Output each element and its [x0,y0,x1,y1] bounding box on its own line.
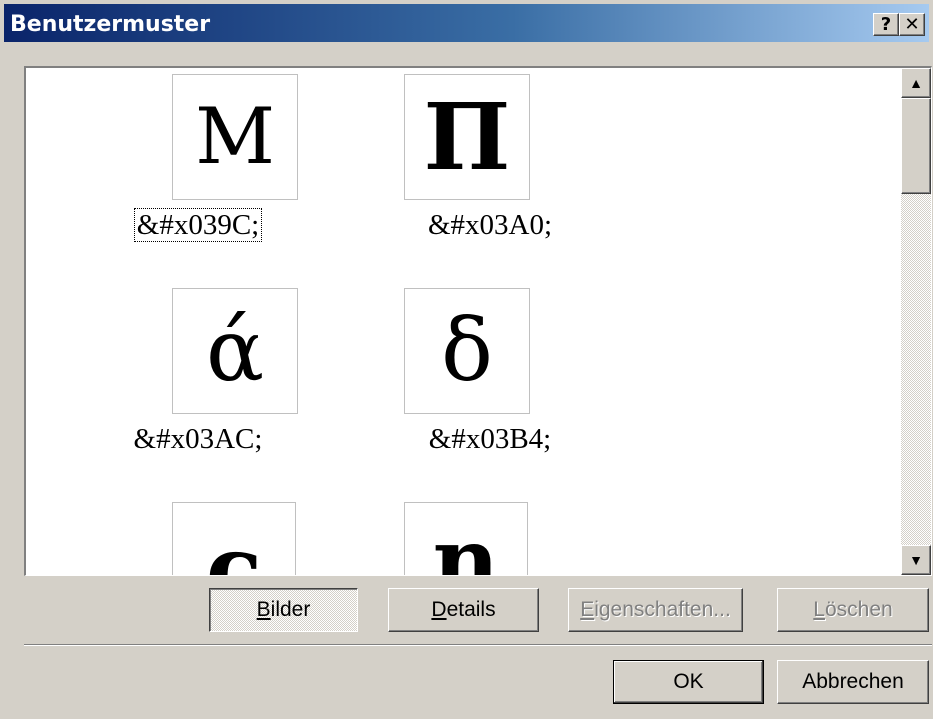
symbol-thumbnail[interactable]: Π [404,74,530,200]
details-accel: D [431,598,447,621]
eigenschaften-button[interactable]: Eigenschaften... [568,588,743,632]
symbol-thumbnail[interactable]: η [404,502,528,575]
item-label: &#x03B4; [428,423,552,455]
help-button[interactable]: ? [873,13,899,36]
bilder-label: ilder [270,598,311,621]
details-label: etails [446,598,496,621]
loeschen-label: öschen [824,598,893,621]
dialog-window: Benutzermuster ? ✕ Μ &#x039C; Π &#x03A0;… [0,0,933,719]
symbol-list[interactable]: Μ &#x039C; Π &#x03A0; ά &#x03AC; δ &#x03… [24,66,932,576]
bilder-accel: B [256,598,271,621]
loeschen-accel: L [813,598,825,621]
symbol-thumbnail[interactable]: Μ [172,74,298,200]
item-label-text: &#x039C; [133,208,263,242]
bilder-button[interactable]: Bilder [209,588,358,632]
ok-button[interactable]: OK [613,660,764,704]
close-button[interactable]: ✕ [899,13,925,36]
cancel-button[interactable]: Abbrechen [777,660,929,704]
scroll-up-arrow-icon[interactable]: ▲ [901,68,931,98]
item-label: &#x03A0; [427,209,553,241]
window-title: Benutzermuster [10,12,211,37]
symbol-thumbnail[interactable]: δ [404,288,530,414]
symbol-thumbnail[interactable]: ς [172,502,296,575]
details-button[interactable]: Details [388,588,539,632]
separator [24,644,932,646]
eigenschaften-accel: E [580,598,595,621]
item-label: &#x03AC; [133,423,263,455]
symbol-thumbnail[interactable]: ά [172,288,298,414]
scroll-down-arrow-icon[interactable]: ▼ [901,545,931,575]
title-bar[interactable]: Benutzermuster ? ✕ [4,4,929,42]
item-label: &#x039C; [88,208,308,242]
scroll-thumb[interactable] [901,98,931,194]
loeschen-button[interactable]: Löschen [777,588,929,632]
vertical-scrollbar[interactable]: ▲ ▼ [901,68,931,575]
eigenschaften-label: igenschaften... [594,598,731,621]
